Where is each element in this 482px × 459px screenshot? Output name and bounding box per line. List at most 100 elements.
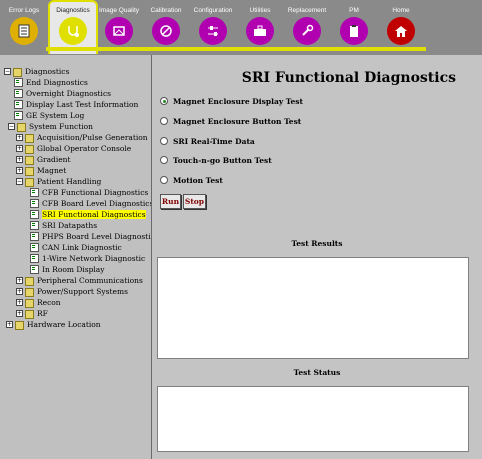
tab-pm[interactable]: PM <box>331 2 377 52</box>
folder-icon <box>17 122 26 132</box>
tree-node-diagnostics[interactable]: − Diagnostics <box>4 66 69 77</box>
wrench-icon <box>293 17 321 45</box>
collapse-icon[interactable]: − <box>8 123 15 130</box>
tree-node-label: Magnet <box>37 166 67 175</box>
tree-node-in-room-display[interactable]: In Room Display <box>30 264 105 275</box>
tree-node-label: Patient Handling <box>37 177 102 186</box>
stop-button[interactable]: Stop <box>183 194 206 209</box>
expand-icon[interactable]: + <box>6 321 13 328</box>
tree-node-peripheral-communications[interactable]: + Peripheral Communications <box>16 275 143 286</box>
expand-icon[interactable]: + <box>16 156 23 163</box>
tab-utilities[interactable]: Utilities <box>237 2 283 52</box>
option-magnet-enclosure-button[interactable]: Magnet Enclosure Button Test <box>160 115 301 127</box>
tree-node-sri-functional[interactable]: SRI Functional Diagnostics <box>30 209 146 220</box>
document-icon <box>30 210 39 219</box>
tab-label: Replacement <box>287 7 327 14</box>
tree-node-display-last-test[interactable]: Display Last Test Information <box>14 99 138 110</box>
folder-icon <box>25 177 34 187</box>
tree-node-label: Power/Support Systems <box>37 287 128 296</box>
tree-node-1-wire-network[interactable]: 1-Wire Network Diagnostic <box>30 253 145 264</box>
tree-node-label: Overnight Diagnostics <box>26 89 112 98</box>
tree-node-label: CFB Board Level Diagnostics <box>42 199 152 208</box>
document-icon <box>30 232 39 241</box>
top-toolbar: Error Logs Diagnostics Image Quality Cal… <box>0 0 482 55</box>
tree-node-label: Global Operator Console <box>37 144 132 153</box>
tree-node-power-support[interactable]: + Power/Support Systems <box>16 286 128 297</box>
tree-node-recon[interactable]: + Recon <box>16 297 61 308</box>
expand-icon[interactable]: + <box>16 145 23 152</box>
radio-button[interactable] <box>160 137 168 145</box>
tree-node-label: Hardware Location <box>27 320 101 329</box>
page-title: SRI Functional Diagnostics <box>241 70 456 86</box>
calibration-icon <box>152 17 180 45</box>
tree-node-magnet[interactable]: + Magnet <box>16 165 66 176</box>
tree-node-label: Acquisition/Pulse Generation <box>37 133 148 142</box>
document-icon <box>14 100 23 109</box>
folder-icon <box>25 309 34 319</box>
document-icon <box>14 78 23 87</box>
option-magnet-enclosure-display[interactable]: Magnet Enclosure Display Test <box>160 95 303 107</box>
expand-icon[interactable]: + <box>16 134 23 141</box>
run-button[interactable]: Run <box>160 194 181 209</box>
tab-image-quality[interactable]: Image Quality <box>96 2 142 52</box>
tree-node-acquisition[interactable]: + Acquisition/Pulse Generation <box>16 132 148 143</box>
tab-diagnostics[interactable]: Diagnostics <box>48 0 98 54</box>
document-icon <box>30 199 39 208</box>
tree-node-overnight-diagnostics[interactable]: Overnight Diagnostics <box>14 88 111 99</box>
tab-label: Diagnostics <box>56 7 90 14</box>
folder-icon <box>25 144 34 154</box>
expand-icon[interactable]: + <box>16 167 23 174</box>
tree-node-label: SRI Datapaths <box>42 221 98 230</box>
expand-icon[interactable]: + <box>16 299 23 306</box>
document-icon <box>30 243 39 252</box>
tree-node-cfb-board-level[interactable]: CFB Board Level Diagnostics <box>30 198 152 209</box>
option-touch-n-go[interactable]: Touch-n-go Button Test <box>160 154 272 166</box>
collapse-icon[interactable]: − <box>4 68 11 75</box>
tree-node-system-function[interactable]: − System Function <box>8 121 93 132</box>
test-results-box <box>157 257 469 359</box>
tree-node-phps-board-level[interactable]: PHPS Board Level Diagnostics <box>30 231 151 242</box>
radio-button[interactable] <box>160 156 168 164</box>
tab-home[interactable]: Home <box>378 2 424 52</box>
document-icon <box>14 111 23 120</box>
folder-icon <box>25 298 34 308</box>
tree-node-label: CFB Functional Diagnostics <box>42 188 149 197</box>
tree-node-global-operator-console[interactable]: + Global Operator Console <box>16 143 131 154</box>
tree-node-cfb-functional[interactable]: CFB Functional Diagnostics <box>30 187 148 198</box>
radio-button-selected[interactable] <box>160 97 168 105</box>
option-motion-test[interactable]: Motion Test <box>160 174 223 186</box>
clipboard-icon <box>340 17 368 45</box>
tab-label: Error Logs <box>8 7 40 14</box>
folder-icon <box>25 276 34 286</box>
folder-icon <box>25 155 34 165</box>
tree-node-can-link[interactable]: CAN Link Diagnostic <box>30 242 122 253</box>
expand-icon[interactable]: + <box>16 310 23 317</box>
document-icon <box>30 221 39 230</box>
tree-node-label: Display Last Test Information <box>26 100 139 109</box>
radio-button[interactable] <box>160 176 168 184</box>
home-icon <box>387 17 415 45</box>
tree-node-ge-system-log[interactable]: GE System Log <box>14 110 84 121</box>
option-label: Touch-n-go Button Test <box>173 155 272 165</box>
option-sri-real-time-data[interactable]: SRI Real-Time Data <box>160 135 255 147</box>
tree-node-label: CAN Link Diagnostic <box>42 243 122 252</box>
collapse-icon[interactable]: − <box>16 178 23 185</box>
tree-node-rf[interactable]: + RF <box>16 308 48 319</box>
tab-configuration[interactable]: Configuration <box>190 2 236 52</box>
navigation-tree: − Diagnostics End Diagnostics Overnight D… <box>0 55 152 459</box>
tab-replacement[interactable]: Replacement <box>284 2 330 52</box>
radio-button[interactable] <box>160 117 168 125</box>
tab-calibration[interactable]: Calibration <box>143 2 189 52</box>
tree-node-end-diagnostics[interactable]: End Diagnostics <box>14 77 88 88</box>
tree-node-gradient[interactable]: + Gradient <box>16 154 71 165</box>
tree-node-hardware-location[interactable]: + Hardware Location <box>6 319 101 330</box>
document-icon <box>30 254 39 263</box>
tab-error-logs[interactable]: Error Logs <box>1 2 47 52</box>
expand-icon[interactable]: + <box>16 288 23 295</box>
expand-icon[interactable]: + <box>16 277 23 284</box>
tree-node-label: Gradient <box>37 155 71 164</box>
folder-icon <box>25 287 34 297</box>
tree-node-sri-datapaths[interactable]: SRI Datapaths <box>30 220 97 231</box>
tree-node-patient-handling[interactable]: − Patient Handling <box>16 176 101 187</box>
tree-node-label: End Diagnostics <box>26 78 88 87</box>
